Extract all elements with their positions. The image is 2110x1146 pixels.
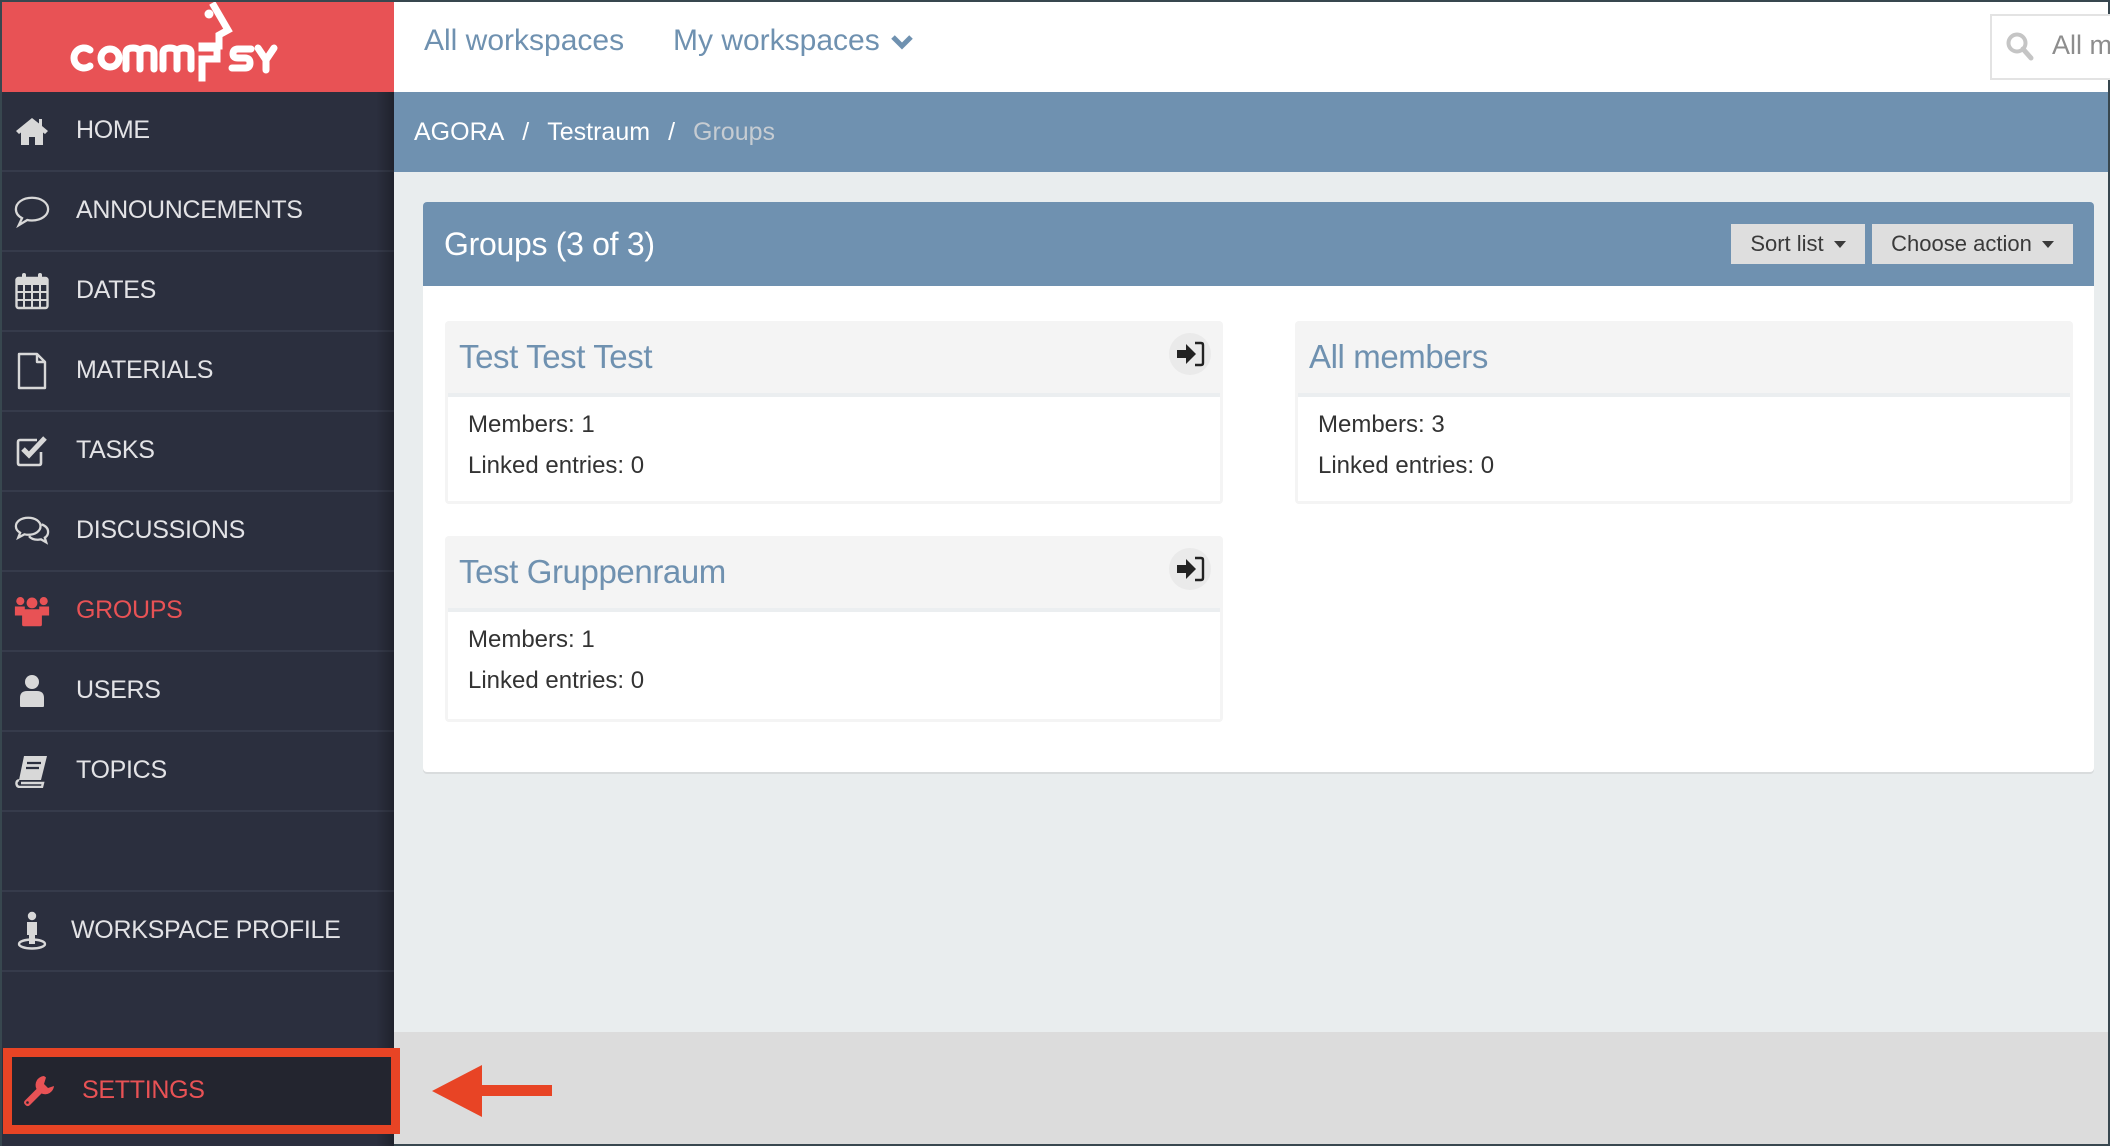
sidebar-item-settings[interactable]: SETTINGS xyxy=(11,1048,391,1134)
sort-list-button[interactable]: Sort list xyxy=(1731,224,1865,264)
members-count: Members: 1 xyxy=(468,411,595,438)
book-icon xyxy=(14,753,50,789)
members-count: Members: 1 xyxy=(468,626,595,653)
sidebar-item-label: HOME xyxy=(76,115,150,144)
enter-group-button[interactable] xyxy=(1169,333,1211,375)
wrench-icon xyxy=(21,1073,57,1109)
sidebar-item-users[interactable]: USERS xyxy=(2,652,394,732)
sidebar-item-announcements[interactable]: ANNOUNCEMENTS xyxy=(2,172,394,252)
commsy-logo[interactable] xyxy=(2,2,394,92)
sign-in-icon xyxy=(1177,341,1205,367)
members-count: Members: 3 xyxy=(1318,411,1445,438)
sidebar-item-home[interactable]: HOME xyxy=(2,92,394,172)
sidebar: HOME ANNOUNCEMENTS DATES MATERIALS TASKS… xyxy=(2,2,394,1146)
sidebar-item-label: TASKS xyxy=(76,435,155,464)
sidebar-item-label: WORKSPACE PROFILE xyxy=(71,915,341,944)
my-workspaces-dropdown[interactable]: My workspaces xyxy=(673,24,914,59)
caret-down-icon xyxy=(1833,240,1846,248)
footer-band xyxy=(394,1032,2108,1144)
group-title-link[interactable]: All members xyxy=(1309,338,1488,376)
workspace-profile-icon xyxy=(14,911,50,950)
breadcrumb-separator: / xyxy=(522,118,530,146)
sidebar-item-materials[interactable]: MATERIALS xyxy=(2,332,394,412)
sidebar-item-label: DISCUSSIONS xyxy=(76,515,245,544)
group-card-body: Members: 3 Linked entries: 0 xyxy=(1298,393,2070,501)
sidebar-item-groups[interactable]: GROUPS xyxy=(2,572,394,652)
settings-highlight-box: SETTINGS xyxy=(3,1048,400,1134)
sidebar-item-label: MATERIALS xyxy=(76,355,214,384)
breadcrumb-agora[interactable]: AGORA xyxy=(414,118,504,147)
sign-in-icon xyxy=(1177,556,1205,582)
all-workspaces-link[interactable]: All workspaces xyxy=(424,24,624,58)
sidebar-item-tasks[interactable]: TASKS xyxy=(2,412,394,492)
choose-action-button[interactable]: Choose action xyxy=(1872,224,2073,264)
groups-panel: Groups (3 of 3) Sort list Choose action … xyxy=(423,202,2094,772)
group-title-link[interactable]: Test Test Test xyxy=(459,338,653,376)
enter-group-button[interactable] xyxy=(1169,548,1211,590)
linked-entries-count: Linked entries: 0 xyxy=(468,452,645,479)
page-title: Groups (3 of 3) xyxy=(444,226,655,262)
search-input[interactable]: All my... xyxy=(1990,14,2110,80)
breadcrumb-groups: Groups xyxy=(693,118,775,146)
sidebar-item-label: GROUPS xyxy=(76,595,183,624)
choose-action-label: Choose action xyxy=(1891,231,2032,256)
home-icon xyxy=(14,113,50,149)
commsy-logo-mark xyxy=(70,2,278,82)
group-card-body: Members: 1 Linked entries: 0 xyxy=(448,608,1220,719)
speech-bubble-icon xyxy=(14,193,50,229)
group-icon xyxy=(14,593,50,629)
chevron-down-icon xyxy=(890,25,914,59)
sidebar-item-discussions[interactable]: DISCUSSIONS xyxy=(2,492,394,572)
checkbox-icon xyxy=(14,433,50,469)
sidebar-item-label: DATES xyxy=(76,275,156,304)
search-placeholder: All my... xyxy=(2052,30,2110,60)
sort-list-label: Sort list xyxy=(1750,231,1824,256)
group-title-link[interactable]: Test Gruppenraum xyxy=(459,553,726,591)
group-card: All members Members: 3 Linked entries: 0 xyxy=(1295,321,2073,504)
my-workspaces-label: My workspaces xyxy=(673,24,880,57)
annotation-arrow-icon xyxy=(432,1065,552,1117)
user-icon xyxy=(14,673,50,709)
linked-entries-count: Linked entries: 0 xyxy=(468,667,645,694)
sidebar-item-topics[interactable]: TOPICS xyxy=(2,732,394,812)
sidebar-item-label: SETTINGS xyxy=(82,1075,205,1104)
group-card-body: Members: 1 Linked entries: 0 xyxy=(448,393,1220,501)
search-icon xyxy=(2006,32,2034,67)
group-card: Test Test Test Members: 1 Linked entries… xyxy=(445,321,1223,504)
sidebar-item-dates[interactable]: DATES xyxy=(2,252,394,332)
calendar-icon xyxy=(14,273,50,310)
file-icon xyxy=(14,352,50,390)
sidebar-item-label: TOPICS xyxy=(76,755,167,784)
sidebar-spacer xyxy=(2,812,394,892)
comments-icon xyxy=(14,513,50,549)
group-card: Test Gruppenraum Members: 1 Linked entri… xyxy=(445,536,1223,722)
sidebar-item-workspace-profile[interactable]: WORKSPACE PROFILE xyxy=(2,892,394,972)
breadcrumb: AGORA / Testraum / Groups xyxy=(394,92,2108,172)
linked-entries-count: Linked entries: 0 xyxy=(1318,452,1495,479)
sidebar-item-label: ANNOUNCEMENTS xyxy=(76,195,303,224)
top-navigation: All workspaces My workspaces All my... xyxy=(394,2,2110,92)
breadcrumb-separator: / xyxy=(668,118,676,146)
breadcrumb-testraum[interactable]: Testraum xyxy=(547,118,650,147)
caret-down-icon xyxy=(2041,240,2054,248)
panel-header: Groups (3 of 3) Sort list Choose action xyxy=(423,202,2094,286)
sidebar-item-label: USERS xyxy=(76,675,161,704)
